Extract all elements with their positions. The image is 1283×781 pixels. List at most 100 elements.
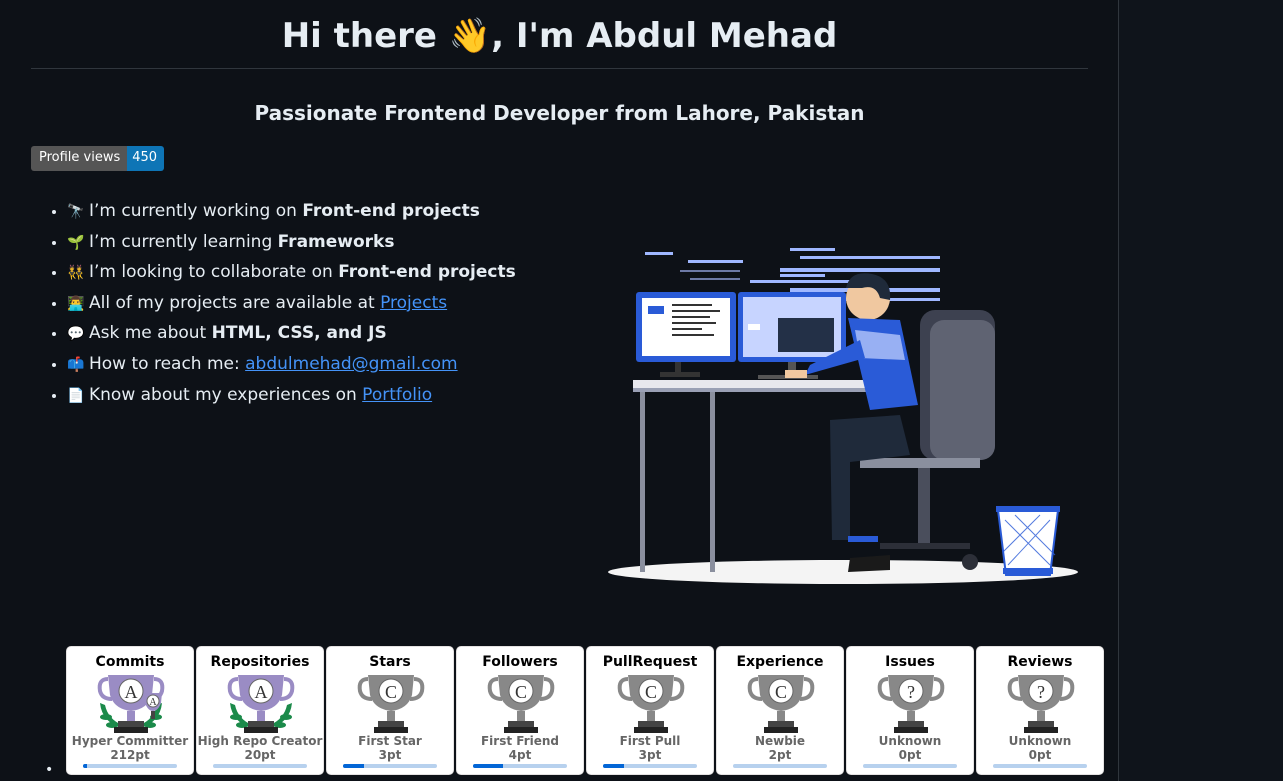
trophy-card-reviews: Reviews? Unknown 0pt	[976, 646, 1104, 775]
bio-item-ask: 💬Ask me about HTML, CSS, and JS	[67, 318, 587, 349]
trophy-points: 3pt	[378, 748, 402, 762]
trophy-title: Experience	[736, 654, 824, 670]
heading-section: Hi there 👋, I'm Abdul Mehad	[31, 0, 1088, 69]
trophy-grade: ?	[907, 682, 915, 702]
trophy-title: Issues	[885, 654, 935, 670]
trophy-title: Followers	[482, 654, 558, 670]
bio-item-learning: 🌱I’m currently learning Frameworks	[67, 227, 587, 258]
trophy-points: 0pt	[1028, 748, 1052, 762]
trophy-card-issues: Issues? Unknown 0pt	[846, 646, 974, 775]
bio-bold: Front-end projects	[302, 201, 480, 221]
bio-text: I’m currently learning	[89, 231, 278, 252]
mailbox-icon: 📫	[67, 356, 85, 373]
bio-item-working: 🔭I’m currently working on Front-end proj…	[67, 196, 587, 227]
bio-list: 🔭I’m currently working on Front-end proj…	[31, 196, 587, 410]
trophy-icon: C	[487, 675, 555, 733]
bio-text: Know about my experiences on	[89, 384, 363, 405]
projects-link[interactable]: Projects	[380, 293, 447, 313]
trophy-rank: First Friend	[480, 734, 560, 748]
trophy-title: Stars	[369, 654, 411, 670]
trophy-rank: High Repo Creator	[197, 734, 323, 748]
trophy-progress-bar	[603, 764, 697, 768]
trophy-progress-bar	[83, 764, 177, 768]
trophy-icon: ?	[877, 675, 945, 733]
bio-item-reach: 📫How to reach me: abdulmehad@gmail.com	[67, 349, 587, 380]
trophy-card-followers: Followers C First Friend 4pt	[456, 646, 584, 775]
email-link[interactable]: abdulmehad@gmail.com	[245, 354, 457, 374]
trophy-card-experience: Experience C Newbie 2pt	[716, 646, 844, 775]
technologist-icon: 👨‍💻	[67, 295, 85, 312]
trophy-row: Commits A A Hyper Committer 212pt Repositorie…	[66, 646, 1104, 775]
trophy-progress-bar	[733, 764, 827, 768]
trophy-grade: C	[385, 682, 397, 702]
telescope-icon: 🔭	[67, 204, 85, 220]
trophy-grade: C	[515, 682, 527, 702]
dancers-icon: 👯	[67, 265, 85, 282]
trophy-rank: Unknown	[878, 734, 942, 748]
trophy-icon: A	[227, 675, 295, 733]
trophy-progress-bar	[993, 764, 1087, 768]
page-title: Hi there 👋, I'm Abdul Mehad	[281, 16, 838, 56]
trophy-rank: Unknown	[1008, 734, 1072, 748]
bio-item-experience: 📄Know about my experiences on Portfolio	[67, 380, 587, 411]
trophy-progress-bar	[343, 764, 437, 768]
trophy-rank: Hyper Committer	[71, 734, 189, 748]
bio-text: How to reach me:	[89, 353, 246, 374]
trophy-title: Repositories	[210, 654, 310, 670]
badge-value: 450	[127, 146, 165, 171]
trophy-progress-fill	[603, 764, 624, 768]
trophy-title: Reviews	[1007, 654, 1073, 670]
trophy-points: 212pt	[110, 748, 150, 762]
trophy-icon: C	[357, 675, 425, 733]
trophy-grade: C	[775, 682, 787, 702]
trophy-progress-bar	[213, 764, 307, 768]
bio-text: Ask me about	[89, 323, 212, 344]
trophy-grade: A	[125, 682, 138, 702]
developer-illustration	[608, 248, 1078, 584]
bio-bold: Frameworks	[277, 231, 395, 252]
trophy-points: 0pt	[898, 748, 922, 762]
bio-item-collaborate: 👯I’m looking to collaborate on Front-end…	[67, 257, 587, 288]
seedling-icon: 🌱	[67, 234, 85, 251]
portfolio-link[interactable]: Portfolio	[362, 385, 432, 405]
trophy-card-commits: Commits A A Hyper Committer 212pt	[66, 646, 194, 775]
trophy-icon: AA	[97, 675, 165, 733]
page-subtitle: Passionate Frontend Developer from Lahor…	[254, 101, 865, 125]
trophy-grade: ?	[1037, 682, 1045, 702]
trophy-rank: First Star	[358, 734, 422, 748]
right-sidebar	[1118, 0, 1283, 781]
bio-text: I’m looking to collaborate on	[89, 262, 339, 283]
bio-text: I’m currently working on	[89, 201, 303, 221]
trophy-progress-fill	[343, 764, 364, 768]
trophy-points: 4pt	[508, 748, 532, 762]
profile-views-badge[interactable]: Profile views 450	[31, 146, 165, 171]
trophy-progress-fill	[83, 764, 87, 768]
trophy-title: PullRequest	[602, 654, 698, 670]
trophy-points: 3pt	[638, 748, 662, 762]
trophy-points: 2pt	[768, 748, 792, 762]
trophy-card-pullrequest: PullRequest C First Pull 3pt	[586, 646, 714, 775]
bio-bold: HTML, CSS, and JS	[211, 323, 387, 344]
trophy-progress-bar	[863, 764, 957, 768]
trophy-card-repositories: Repositories A High Repo Creator 20pt	[196, 646, 324, 775]
trophy-card-stars: Stars C First Star 3pt	[326, 646, 454, 775]
trophy-icon: C	[747, 675, 815, 733]
bio-bold: Front-end projects	[338, 262, 516, 283]
badge-label: Profile views	[31, 146, 128, 171]
bio-item-projects: 👨‍💻All of my projects are available at P…	[67, 288, 587, 319]
trophy-icon: C	[617, 675, 685, 733]
document-icon: 📄	[67, 387, 85, 404]
trophy-title: Commits	[95, 654, 165, 670]
trophy-points: 20pt	[244, 748, 276, 762]
list-bullet: •	[45, 762, 54, 778]
trophy-grade: C	[645, 682, 657, 702]
bio-text: All of my projects are available at	[89, 292, 381, 313]
trophy-icon: ?	[1007, 675, 1075, 733]
speech-bubble-icon: 💬	[67, 326, 85, 343]
trophy-progress-bar	[473, 764, 567, 768]
trophy-mini-grade: A	[149, 697, 157, 708]
trophy-rank: Newbie	[754, 734, 806, 748]
trophy-progress-fill	[473, 764, 504, 768]
trophy-grade: A	[255, 682, 268, 702]
trophy-rank: First Pull	[619, 734, 681, 748]
